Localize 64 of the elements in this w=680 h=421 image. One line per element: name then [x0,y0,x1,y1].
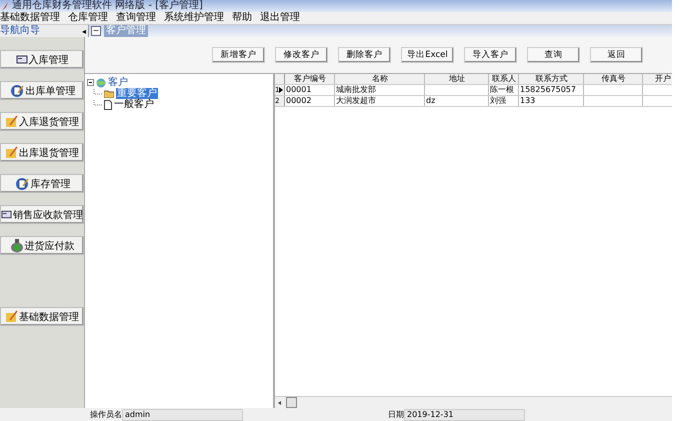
tree-item[interactable]: 客户 [108,77,128,88]
book-icon [8,84,24,98]
column-header[interactable]: 地址 [425,74,489,84]
toolbar-button[interactable]: 导入客户 [464,47,517,63]
book-icon [14,176,30,190]
sidebar-button[interactable]: 销售应收款管理 [0,205,84,224]
toolbar-button[interactable]: 删除客户 [338,47,391,63]
table-cell: 00001 [285,85,335,95]
column-header[interactable]: 客户编号 [285,74,335,84]
sidebar-button[interactable]: 库存管理 [0,174,84,193]
horizontal-scrollbar[interactable] [275,396,672,408]
menu-item[interactable]: 查询管理 [116,12,156,24]
toolbar-button[interactable]: 返回 [590,47,643,63]
table-cell: 大润发超市 [335,96,425,106]
nav-title: 导航向导 [0,25,40,37]
sidebar-button[interactable]: 基础数据管理 [0,307,84,326]
scroll-left-icon[interactable] [277,400,283,406]
scroll-thumb[interactable] [286,397,297,408]
panel-title: 客户管理 [104,25,148,37]
expander-icon[interactable] [87,79,94,86]
operator-field: admin [122,408,243,420]
sidebar-button[interactable]: 出库单管理 [0,81,84,100]
money-bag-icon [10,238,24,253]
feather-icon [1,2,9,10]
table-cell: 城南批发部 [335,85,425,95]
table-cell: 00002 [285,96,335,106]
menu-item[interactable]: 仓库管理 [68,12,108,24]
column-header[interactable]: 联系人 [489,74,519,84]
column-header[interactable]: 传真号 [584,74,643,84]
folder-icon [104,89,114,98]
card-icon [1,209,12,220]
toolbar-button[interactable]: 修改客户 [275,47,328,63]
menu-item[interactable]: 系统维护管理 [164,12,224,24]
page-icon [104,100,112,110]
column-header[interactable]: 名称 [335,74,425,84]
date-field: 2019-12-31 [404,408,525,420]
sidebar-button[interactable]: 出库退货管理 [0,143,84,162]
card-icon [16,54,28,65]
tree-item[interactable]: 一般客户 [114,99,154,110]
folder-icon [5,146,18,159]
menu-item[interactable]: 退出管理 [260,12,300,24]
table-cell: 陈一根 [489,85,519,95]
toolbar-button[interactable]: 导出Excel [401,47,454,63]
tree-item[interactable]: 重要客户 [116,88,158,99]
folder-icon [5,115,18,128]
sidebar-button[interactable]: 入库管理 [0,50,84,69]
sidebar-button[interactable]: 入库退货管理 [0,112,84,131]
menu-item[interactable]: 帮助 [232,12,252,24]
toggle-button[interactable]: − [91,26,101,36]
table-cell: 刘强 [489,96,519,106]
table-cell: 133 [519,96,584,106]
column-header[interactable]: 开户 [643,74,672,84]
menu-item[interactable]: 基础数据管理 [0,12,60,24]
date-label: 日期 [388,409,404,420]
sidebar-button[interactable]: 进货应付款 [0,236,84,255]
operator-label: 操作员名 [90,409,122,420]
toolbar-button[interactable]: 查询 [527,47,580,63]
globe-icon [96,78,106,88]
column-header[interactable]: 联系方式 [519,74,584,84]
toolbar-button[interactable]: 新增客户 [212,47,265,63]
table-cell: 15825675057 [519,85,584,95]
collapse-button[interactable]: ◂ [82,26,88,36]
table-cell: dz [425,96,489,106]
folder-icon [5,310,18,323]
